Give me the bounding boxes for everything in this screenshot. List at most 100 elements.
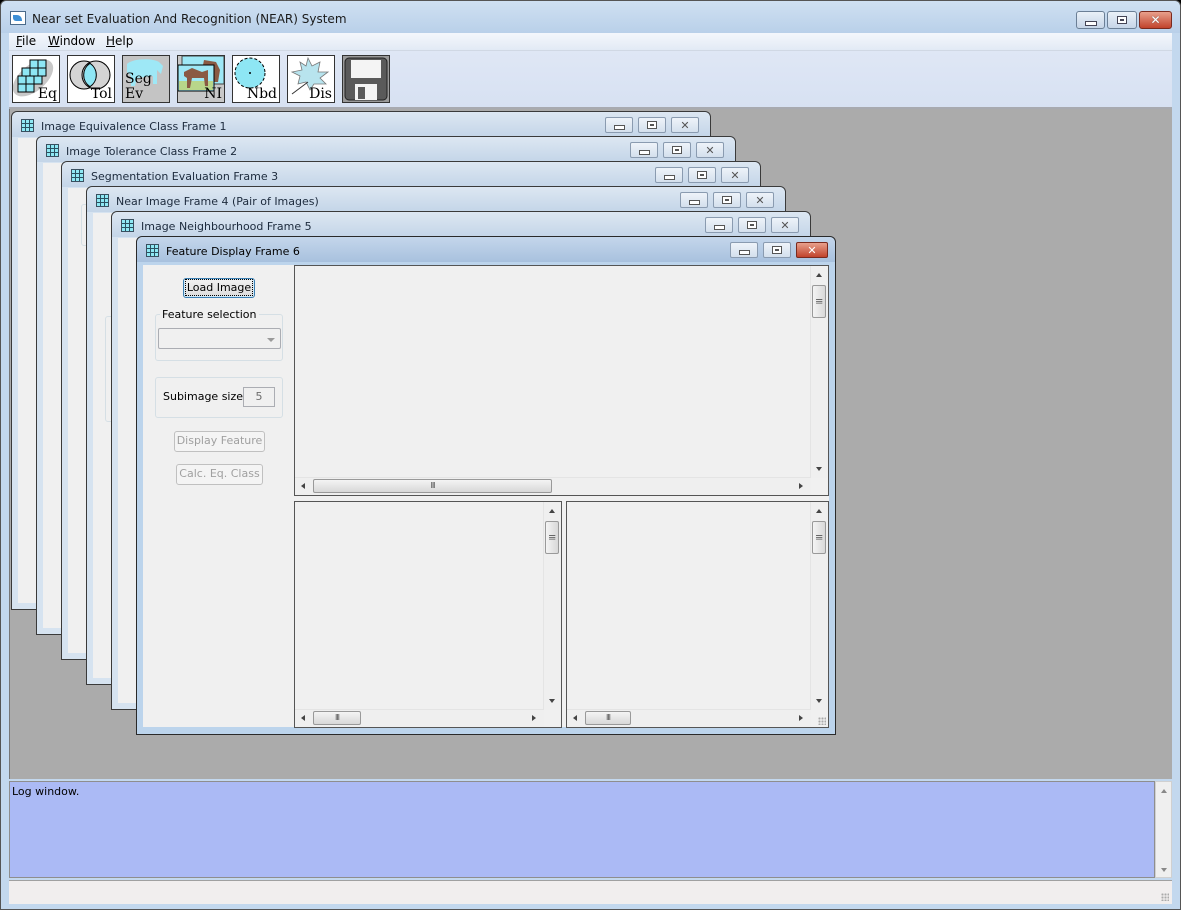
maximize-icon xyxy=(772,246,782,254)
status-bar xyxy=(9,880,1172,904)
close-icon: ✕ xyxy=(807,243,817,257)
frame-grid-icon xyxy=(96,194,109,207)
lower-right-vertical-scrollbar[interactable] xyxy=(810,502,828,710)
frame-grid-icon xyxy=(21,119,34,132)
lower-right-pane[interactable] xyxy=(566,501,829,728)
neighbourhood-button[interactable]: Nbd xyxy=(232,55,280,103)
vertical-scroll-thumb[interactable] xyxy=(812,521,826,554)
minimize-icon xyxy=(613,125,625,130)
internal-frame-2-minimize[interactable] xyxy=(630,142,658,158)
log-window[interactable]: Log window. xyxy=(9,781,1155,878)
resize-grip-icon[interactable] xyxy=(1161,893,1169,901)
feature-display-frame-maximize[interactable] xyxy=(763,242,791,258)
scroll-down-icon[interactable] xyxy=(549,699,555,703)
feature-display-frame-title-bar[interactable]: Feature Display Frame 6 ✕ xyxy=(137,237,835,262)
feature-display-button[interactable]: Dis xyxy=(287,55,335,103)
scroll-up-icon[interactable] xyxy=(816,509,822,513)
feature-selection-dropdown[interactable] xyxy=(158,328,281,349)
scroll-down-icon[interactable] xyxy=(816,467,822,471)
maximize-button[interactable] xyxy=(1107,11,1137,29)
feature-display-frame-title: Feature Display Frame 6 xyxy=(166,245,300,258)
close-icon: ✕ xyxy=(705,143,715,157)
scroll-left-icon[interactable] xyxy=(301,483,305,489)
app-icon xyxy=(10,11,26,25)
internal-frame-3-maximize[interactable] xyxy=(688,167,716,183)
lower-right-horizontal-scrollbar[interactable] xyxy=(567,709,811,727)
close-icon: ✕ xyxy=(780,218,790,232)
horizontal-scroll-thumb[interactable] xyxy=(585,711,631,725)
title-bar[interactable]: Near set Evaluation And Recognition (NEA… xyxy=(1,1,1180,33)
frame-grid-icon xyxy=(46,144,59,157)
load-image-button[interactable]: Load Image xyxy=(183,278,255,298)
scroll-right-icon[interactable] xyxy=(799,715,803,721)
feature-display-label: Dis xyxy=(309,86,332,102)
scroll-left-icon[interactable] xyxy=(301,715,305,721)
internal-frame-1-maximize[interactable] xyxy=(638,117,666,133)
menu-window-mnemonic: W xyxy=(48,34,60,48)
minimize-icon xyxy=(688,200,700,205)
display-feature-button[interactable]: Display Feature xyxy=(174,431,265,452)
scroll-right-icon[interactable] xyxy=(799,483,803,489)
scroll-up-icon[interactable] xyxy=(1161,789,1167,793)
internal-frame-1-title-bar[interactable]: Image Equivalence Class Frame 1 ✕ xyxy=(12,112,710,137)
feature-image-horizontal-scrollbar[interactable] xyxy=(295,477,811,495)
internal-frame-4-title-bar[interactable]: Near Image Frame 4 (Pair of Images) ✕ xyxy=(87,187,785,212)
toolbar: Eq Tol Seg Ev NI Nbd Dis xyxy=(9,51,1172,109)
scroll-down-icon[interactable] xyxy=(1161,868,1167,872)
lower-left-vertical-scrollbar[interactable] xyxy=(543,502,561,710)
scroll-up-icon[interactable] xyxy=(549,509,555,513)
lower-left-horizontal-scrollbar[interactable] xyxy=(295,709,544,727)
feature-image-vertical-scrollbar[interactable] xyxy=(810,266,828,478)
menu-file[interactable]: File xyxy=(16,34,36,48)
internal-frame-3-title: Segmentation Evaluation Frame 3 xyxy=(91,170,279,183)
internal-frame-3-minimize[interactable] xyxy=(655,167,683,183)
internal-frame-5-close[interactable]: ✕ xyxy=(771,217,799,233)
scroll-down-icon[interactable] xyxy=(816,699,822,703)
save-button[interactable] xyxy=(342,55,390,103)
horizontal-scroll-thumb[interactable] xyxy=(313,711,361,725)
tolerance-class-button[interactable]: Tol xyxy=(67,55,115,103)
horizontal-scroll-thumb[interactable] xyxy=(313,479,552,493)
internal-frame-1-close[interactable]: ✕ xyxy=(671,117,699,133)
near-images-button[interactable]: NI xyxy=(177,55,225,103)
frame-grid-icon xyxy=(146,244,159,257)
feature-image-pane[interactable] xyxy=(294,265,829,496)
scroll-up-icon[interactable] xyxy=(816,273,822,277)
main-window: Near set Evaluation And Recognition (NEA… xyxy=(0,0,1181,910)
feature-display-frame-content: Load Image Feature selection Subimage si… xyxy=(143,265,829,728)
segmentation-evaluation-button[interactable]: Seg Ev xyxy=(122,55,170,103)
minimize-button[interactable] xyxy=(1076,11,1105,29)
internal-frame-5-maximize[interactable] xyxy=(738,217,766,233)
calc-eq-class-button[interactable]: Calc. Eq. Class xyxy=(176,464,263,485)
resize-grip-icon[interactable] xyxy=(818,717,826,725)
menu-window-rest: indow xyxy=(59,34,96,48)
close-icon: ✕ xyxy=(680,118,690,132)
log-vertical-scrollbar[interactable] xyxy=(1155,781,1172,878)
feature-display-frame-minimize[interactable] xyxy=(730,242,758,258)
internal-frame-4-close[interactable]: ✕ xyxy=(746,192,774,208)
internal-frame-5-title-bar[interactable]: Image Neighbourhood Frame 5 ✕ xyxy=(112,212,810,237)
close-button[interactable]: ✕ xyxy=(1139,11,1172,29)
equivalence-class-button[interactable]: Eq xyxy=(12,55,60,103)
vertical-scroll-thumb[interactable] xyxy=(545,521,559,554)
subimage-size-field[interactable]: 5 xyxy=(243,387,275,407)
internal-frame-3-title-bar[interactable]: Segmentation Evaluation Frame 3 ✕ xyxy=(62,162,760,187)
menu-help-rest: elp xyxy=(115,34,134,48)
internal-frame-5-title: Image Neighbourhood Frame 5 xyxy=(141,220,312,233)
menu-help[interactable]: Help xyxy=(106,34,133,48)
vertical-scroll-thumb[interactable] xyxy=(812,285,826,318)
internal-frame-4-maximize[interactable] xyxy=(713,192,741,208)
lower-left-pane[interactable] xyxy=(294,501,562,728)
minimize-icon xyxy=(1084,20,1097,26)
scroll-left-icon[interactable] xyxy=(573,715,577,721)
internal-frame-5-minimize[interactable] xyxy=(705,217,733,233)
internal-frame-2-close[interactable]: ✕ xyxy=(696,142,724,158)
internal-frame-3-close[interactable]: ✕ xyxy=(721,167,749,183)
menu-window[interactable]: Window xyxy=(48,34,95,48)
internal-frame-1-minimize[interactable] xyxy=(605,117,633,133)
internal-frame-4-minimize[interactable] xyxy=(680,192,708,208)
internal-frame-2-title-bar[interactable]: Image Tolerance Class Frame 2 ✕ xyxy=(37,137,735,162)
internal-frame-2-maximize[interactable] xyxy=(663,142,691,158)
scroll-right-icon[interactable] xyxy=(532,715,536,721)
feature-display-frame-close[interactable]: ✕ xyxy=(796,242,828,258)
